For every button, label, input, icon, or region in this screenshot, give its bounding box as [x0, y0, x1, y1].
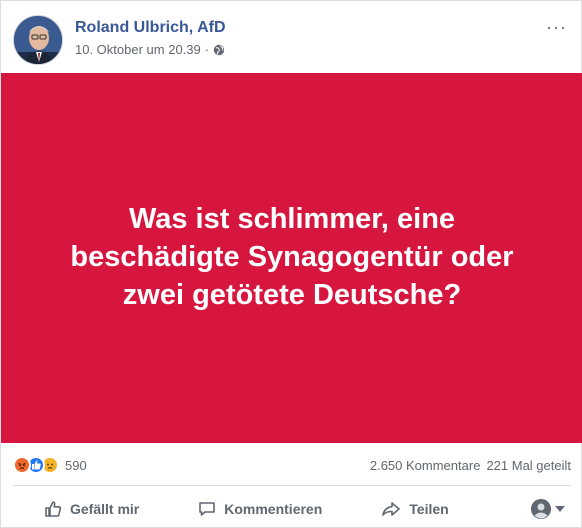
- post-header: Roland Ulbrich, AfD 10. Oktober um 20.39…: [13, 11, 571, 67]
- engagement-counts: 2.650 Kommentare 221 Mal geteilt: [370, 458, 571, 473]
- share-button[interactable]: Teilen: [380, 499, 449, 519]
- post-meta: 10. Oktober um 20.39 ·: [75, 42, 225, 57]
- author-name-link[interactable]: Roland Ulbrich, AfD: [75, 19, 226, 37]
- reaction-count[interactable]: 590: [65, 458, 87, 473]
- comments-count-link[interactable]: 2.650 Kommentare: [370, 458, 481, 473]
- post-image-text: Was ist schlimmer, eine beschädigte Syna…: [70, 203, 514, 311]
- facebook-post: Roland Ulbrich, AfD 10. Oktober um 20.39…: [0, 0, 582, 528]
- comment-button-label: Kommentieren: [224, 501, 323, 517]
- thumbs-up-icon: [45, 501, 62, 517]
- like-button[interactable]: Gefällt mir: [43, 499, 139, 519]
- post-image[interactable]: Was ist schlimmer, eine beschädigte Syna…: [1, 73, 582, 443]
- action-bar: Gefällt mir Kommentieren Teilen: [13, 495, 571, 523]
- comment-button[interactable]: Kommentieren: [197, 499, 322, 519]
- shares-count-link[interactable]: 221 Mal geteilt: [486, 458, 571, 473]
- actions-divider: [13, 485, 571, 486]
- chevron-down-icon: [555, 506, 565, 512]
- angry-icon: [13, 456, 31, 474]
- viewer-avatar-icon: [531, 499, 551, 519]
- avatar-portrait-icon: [14, 16, 62, 64]
- reaction-icons[interactable]: [13, 456, 59, 474]
- post-as-selector[interactable]: [531, 499, 565, 519]
- share-arrow-icon: [382, 502, 401, 516]
- globe-icon[interactable]: [213, 44, 225, 56]
- comment-icon: [199, 502, 216, 516]
- reactions-bar: 590 2.650 Kommentare 221 Mal geteilt: [13, 453, 571, 477]
- share-button-label: Teilen: [409, 501, 449, 517]
- more-options-button[interactable]: ···: [546, 17, 567, 38]
- post-timestamp[interactable]: 10. Oktober um 20.39: [75, 42, 201, 57]
- like-button-label: Gefällt mir: [70, 501, 140, 517]
- meta-separator: ·: [204, 42, 210, 57]
- author-avatar[interactable]: [13, 15, 63, 65]
